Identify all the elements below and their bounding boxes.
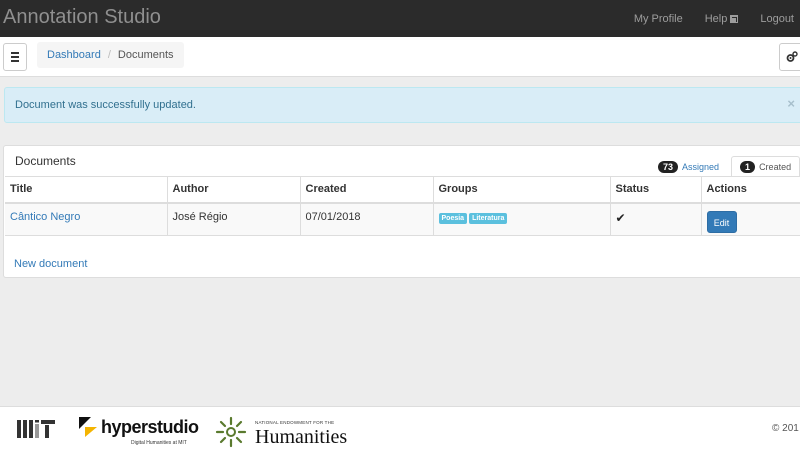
success-alert: Document was successfully updated. × — [4, 87, 800, 123]
settings-button[interactable] — [779, 43, 800, 71]
hamburger-icon-bar — [11, 60, 19, 62]
column-header-groups[interactable]: Groups — [432, 176, 610, 204]
column-header-author[interactable]: Author — [166, 176, 300, 204]
footer: hyperstudio Digital Humanities at MIT NA… — [0, 406, 800, 450]
help-label: Help — [704, 12, 728, 25]
logout-label: Logout — [760, 12, 794, 25]
alert-close-button[interactable]: × — [787, 96, 795, 111]
top-navbar: Annotation Studio My Profile Help Logout — [0, 0, 800, 37]
copyright-text: © 201 — [772, 423, 799, 434]
check-icon: ✔ — [615, 210, 626, 225]
column-header-title[interactable]: Title — [5, 176, 167, 204]
tab-created[interactable]: 1 Created — [731, 156, 800, 177]
cell-created: 07/01/2018 — [299, 202, 433, 236]
cell-author: José Régio — [166, 202, 300, 236]
hyperstudio-tagline: Digital Humanities at MIT — [131, 440, 187, 446]
cell-groups: Poesia Literatura — [432, 202, 610, 236]
breadcrumb-separator: / — [107, 49, 111, 61]
hamburger-icon-bar — [11, 56, 19, 58]
documents-panel: Documents 73 Assigned 1 Created Title Au… — [3, 145, 800, 278]
column-header-created[interactable]: Created — [299, 176, 433, 204]
edit-button[interactable]: Edit — [706, 210, 737, 233]
table-row: Cântico Negro José Régio 07/01/2018 Poes… — [5, 202, 800, 236]
column-header-actions: Actions — [700, 176, 800, 204]
column-header-status[interactable]: Status — [609, 176, 701, 204]
cell-title: Cântico Negro — [5, 202, 167, 236]
app-title[interactable]: Annotation Studio — [3, 6, 161, 29]
breadcrumb: Dashboard / Documents — [37, 42, 184, 68]
document-tabs: 73 Assigned 1 Created — [650, 156, 800, 177]
hyperstudio-mark-icon — [79, 417, 97, 437]
neh-tagline: NATIONAL ENDOWMENT FOR THE — [255, 420, 335, 425]
sidebar-toggle-button[interactable] — [3, 43, 27, 71]
sub-toolbar: Dashboard / Documents — [0, 37, 800, 77]
logout-link[interactable]: Logout — [760, 13, 794, 25]
navbar-links: My Profile Help Logout — [612, 0, 794, 37]
my-profile-link[interactable]: My Profile — [634, 13, 683, 25]
cell-actions: Edit — [700, 202, 800, 236]
gears-icon — [786, 51, 798, 62]
cell-status: ✔ — [609, 202, 701, 236]
new-document-link[interactable]: New document — [14, 258, 87, 270]
neh-emblem-icon — [215, 416, 247, 448]
mit-logo — [17, 420, 55, 438]
document-title-link[interactable]: Cântico Negro — [10, 211, 80, 223]
alert-message: Document was successfully updated. — [15, 99, 196, 111]
group-label: Literatura — [469, 212, 508, 224]
breadcrumb-dashboard[interactable]: Dashboard — [47, 49, 101, 61]
my-profile-label: My Profile — [633, 12, 683, 25]
hamburger-icon-bar — [11, 52, 19, 54]
tab-assigned[interactable]: 73 Assigned — [650, 156, 727, 177]
group-label: Poesia — [438, 212, 468, 224]
external-link-icon — [730, 14, 739, 23]
help-link[interactable]: Help — [705, 13, 739, 25]
created-count-badge: 1 — [740, 160, 756, 173]
documents-table: Title Author Created Groups Status Actio… — [5, 176, 800, 236]
tab-assigned-label: Assigned — [682, 161, 720, 172]
tab-created-label: Created — [759, 161, 792, 172]
neh-name: Humanities — [255, 426, 348, 448]
assigned-count-badge: 73 — [658, 160, 679, 173]
breadcrumb-current: Documents — [117, 49, 174, 61]
panel-title: Documents — [15, 154, 76, 168]
table-header-row: Title Author Created Groups Status Actio… — [5, 176, 800, 204]
hyperstudio-name: hyperstudio — [101, 417, 199, 437]
